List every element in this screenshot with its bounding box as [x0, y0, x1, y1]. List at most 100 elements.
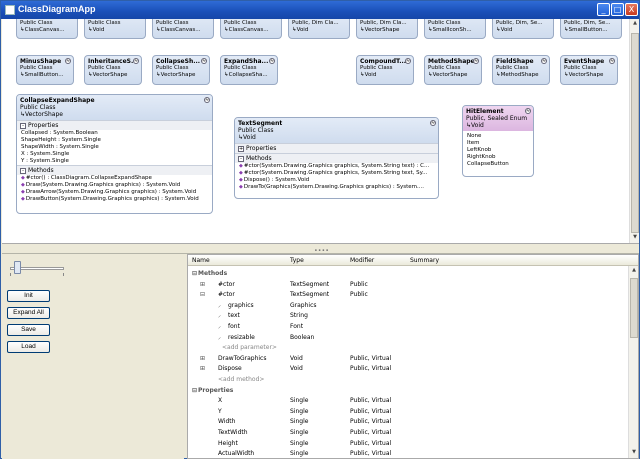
add-row[interactable]: <add parameter> [188, 343, 629, 354]
enum-value[interactable]: CollapseButton [463, 161, 533, 168]
table-row[interactable]: ⊟ #ctor TextSegment Public [188, 290, 629, 301]
methods-section[interactable]: - Methods [17, 165, 212, 175]
property-item[interactable]: ShapeHeight : System.Single [17, 137, 212, 144]
method-item[interactable]: #ctor() : ClassDiagram.CollapseExpandSha… [17, 175, 212, 182]
table-row[interactable]: ⸝ resizable Boolean [188, 333, 629, 344]
scroll-thumb[interactable] [630, 278, 638, 338]
canvas-vertical-scrollbar[interactable]: ▲ ▼ [629, 19, 639, 243]
table-row[interactable]: ⸝ graphics Graphics [188, 301, 629, 312]
property-item[interactable]: ShapeWidth : System.Single [17, 144, 212, 151]
class-shape[interactable]: CollapseSh... Public Class ↳VectorShape ≈ [152, 55, 210, 85]
table-row[interactable]: ⸝ text String [188, 311, 629, 322]
class-shape[interactable]: Public, Dim Cla... ↳VectorShape [356, 19, 418, 39]
collapse-shape-button[interactable]: ≈ [405, 58, 411, 64]
property-item[interactable]: Y : System.Single [17, 158, 212, 165]
class-shape[interactable]: CompoundT... Public Class ↳Void ≈ [356, 55, 414, 85]
method-item[interactable]: DrawButton(System.Drawing.Graphics graph… [17, 196, 212, 203]
class-shape[interactable]: MethodShape Public Class ↳VectorShape ≈ [424, 55, 482, 85]
maximize-button[interactable]: □ [611, 3, 624, 16]
slider-thumb[interactable] [14, 261, 22, 274]
expand-all-button[interactable]: Expand All [7, 307, 50, 319]
table-row[interactable]: ⸝ font Font [188, 322, 629, 333]
collapse-shape-button[interactable]: ≈ [541, 58, 547, 64]
table-row[interactable]: ⊞ DrawToGraphics Void Public, Virtual [188, 354, 629, 365]
enum-value[interactable]: None [463, 133, 533, 140]
properties-section[interactable]: - Properties [17, 120, 212, 130]
class-shape[interactable]: Public Class ↳ClassCanvas... [152, 19, 214, 39]
minus-icon[interactable]: - [20, 168, 26, 174]
enum-value[interactable]: RightKnob [463, 154, 533, 161]
expand-icon[interactable]: ⊞ [200, 354, 205, 364]
class-shape[interactable]: EventShape Public Class ↳VectorShape ≈ [560, 55, 618, 85]
column-header-summary[interactable]: Summary [410, 257, 439, 264]
table-row[interactable]: ⊞ #ctor TextSegment Public [188, 280, 629, 291]
method-item[interactable]: DrawArrow(System.Drawing.Graphics graphi… [17, 189, 212, 196]
diagram-canvas[interactable]: Public Class ↳ClassCanvas... Public Class ↳… [2, 19, 639, 244]
minus-icon[interactable]: - [20, 123, 26, 129]
save-button[interactable]: Save [7, 324, 50, 336]
collapse-shape-button[interactable]: ≈ [269, 58, 275, 64]
class-shape[interactable]: Public, Dim Cla... ↳Void [288, 19, 350, 39]
method-item[interactable]: Draw(System.Drawing.Graphics graphics) :… [17, 182, 212, 189]
scroll-up-icon[interactable]: ▲ [630, 267, 638, 276]
class-shape[interactable]: FieldShape Public Class ↳MethodShape ≈ [492, 55, 550, 85]
collapse-shape-button[interactable]: ≈ [525, 108, 531, 114]
class-shape[interactable]: ExpandSha... Public Class ↳CollapseSha... ≈ [220, 55, 278, 85]
title-bar[interactable]: ClassDiagramApp _ □ X [1, 1, 639, 19]
property-item[interactable]: X : System.Single [17, 151, 212, 158]
collapse-icon[interactable]: ⊟ [192, 386, 197, 396]
class-shape[interactable]: MinusShape Public Class ↳SmallButton... ≈ [16, 55, 74, 85]
load-button[interactable]: Load [7, 341, 50, 353]
collapse-shape-button[interactable]: ≈ [473, 58, 479, 64]
minimize-button[interactable]: _ [597, 3, 610, 16]
method-item[interactable]: #ctor(System.Drawing.Graphics graphics, … [235, 170, 438, 177]
method-item[interactable]: DrawTo(Graphics(System.Drawing.Graphics … [235, 184, 438, 191]
column-header-modifier[interactable]: Modifier [350, 257, 374, 264]
class-shape[interactable]: Public Class ↳ClassCanvas... [16, 19, 78, 39]
member-grid[interactable]: Name Type Modifier Summary ⊟ Methods ⊞ #cto… [187, 254, 639, 459]
expand-icon[interactable]: ⊞ [200, 280, 205, 290]
collapse-shape-button[interactable]: ≈ [430, 120, 436, 126]
class-shape-textsegment[interactable]: TextSegment Public Class ↳Void ≈ + Proper… [234, 117, 439, 199]
plus-icon[interactable]: + [238, 146, 244, 152]
add-row[interactable]: <add method> [188, 375, 629, 386]
collapse-shape-button[interactable]: ≈ [609, 58, 615, 64]
enum-value[interactable]: Item [463, 140, 533, 147]
category-row[interactable]: ⊟ Properties [188, 386, 629, 397]
table-row[interactable]: Y Single Public, Virtual [188, 407, 629, 418]
collapse-shape-button[interactable]: ≈ [204, 97, 210, 103]
class-shape-collapseexpandshape[interactable]: CollapseExpandShape Public Class ↳Vector… [16, 94, 213, 214]
zoom-slider[interactable] [10, 259, 64, 277]
table-row[interactable]: X Single Public, Virtual [188, 396, 629, 407]
properties-section[interactable]: + Properties [235, 143, 438, 153]
enum-shape-hitelement[interactable]: HitElement Public, Sealed Enum ↳Void ≈ N… [462, 105, 534, 177]
class-shape[interactable]: Public Class ↳ClassCanvas... [220, 19, 282, 39]
collapse-shape-button[interactable]: ≈ [65, 58, 71, 64]
scroll-thumb[interactable] [631, 33, 639, 233]
expand-icon[interactable]: ⊞ [200, 364, 205, 374]
scroll-up-icon[interactable]: ▲ [631, 20, 639, 29]
collapse-shape-button[interactable]: ≈ [133, 58, 139, 64]
collapse-icon[interactable]: ⊟ [192, 269, 197, 279]
method-item[interactable]: Dispose() : System.Void [235, 177, 438, 184]
class-shape[interactable]: Public, Dim, Se... ↳Void [492, 19, 554, 39]
collapse-shape-button[interactable]: ≈ [201, 58, 207, 64]
init-button[interactable]: Init [7, 290, 50, 302]
column-header-name[interactable]: Name [192, 257, 210, 264]
collapse-icon[interactable]: ⊟ [200, 290, 205, 300]
table-row[interactable]: TextWidth Single Public, Virtual [188, 428, 629, 439]
class-shape[interactable]: Public Class ↳Void [84, 19, 146, 39]
scroll-down-icon[interactable]: ▼ [631, 234, 639, 243]
table-row[interactable]: ActualWidth Single Public, Virtual [188, 449, 629, 458]
class-shape[interactable]: Public Class ↳SmallIconSh... [424, 19, 486, 39]
minus-icon[interactable]: - [238, 156, 244, 162]
method-item[interactable]: #ctor(System.Drawing.Graphics graphics, … [235, 163, 438, 170]
table-row[interactable]: Height Single Public, Virtual [188, 439, 629, 450]
grid-vertical-scrollbar[interactable]: ▲ ▼ [628, 266, 638, 458]
close-button[interactable]: X [625, 3, 638, 16]
class-shape[interactable]: Public, Dim, Se... ↳SmallButton... [560, 19, 622, 39]
enum-value[interactable]: LeftKnob [463, 147, 533, 154]
category-row[interactable]: ⊟ Methods [188, 269, 629, 280]
table-row[interactable]: Width Single Public, Virtual [188, 417, 629, 428]
splitter[interactable]: ∙∙∙∙ [2, 244, 639, 254]
